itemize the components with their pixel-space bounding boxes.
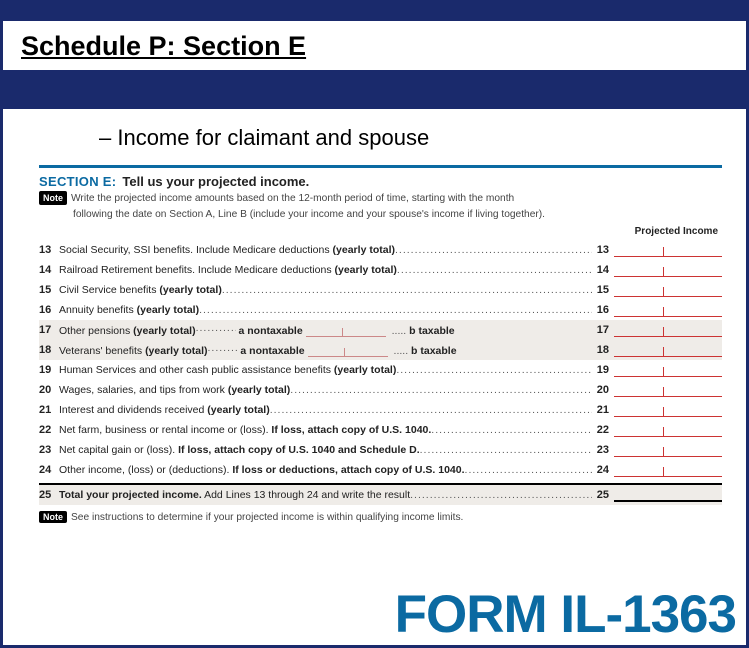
section-heading: SECTION E: Tell us your projected income… — [39, 174, 722, 189]
amount-field[interactable] — [614, 402, 722, 417]
label-taxable: b taxable — [411, 345, 457, 357]
section-title: Tell us your projected income. — [122, 174, 309, 189]
line-21: 21 Interest and dividends received (year… — [39, 400, 722, 420]
slide-title-text: Schedule P: Section E — [21, 31, 306, 61]
line-right-number: 17 — [592, 324, 612, 336]
line-16: 16 Annuity benefits (yearly total) 16 — [39, 300, 722, 320]
note-badge: Note — [39, 511, 67, 523]
amount-field-a[interactable] — [308, 345, 388, 357]
amount-field[interactable] — [614, 242, 722, 257]
label-nontaxable: a nontaxable — [240, 345, 304, 357]
note-text-1: Write the projected income amounts based… — [71, 193, 514, 204]
section-tag: SECTION E: — [39, 174, 116, 189]
line-desc: Net farm, business or rental income or (… — [59, 424, 592, 436]
line-right-number: 13 — [592, 244, 612, 256]
slide-subtitle: – Income for claimant and spouse — [3, 109, 746, 165]
line-24: 24 Other income, (loss) or (deductions).… — [39, 460, 722, 480]
line-15: 15 Civil Service benefits (yearly total)… — [39, 280, 722, 300]
form-image: SECTION E: Tell us your projected income… — [39, 165, 722, 523]
line-desc: Railroad Retirement benefits. Include Me… — [59, 264, 592, 276]
line-desc: Net capital gain or (loss). If loss, att… — [59, 444, 592, 456]
amount-field[interactable] — [614, 422, 722, 437]
slide-title: Schedule P: Section E — [3, 21, 746, 70]
amount-field[interactable] — [614, 382, 722, 397]
amount-field[interactable] — [614, 442, 722, 457]
line-desc: Other pensions (yearly total) a nontaxab… — [59, 322, 592, 337]
line-number: 19 — [39, 364, 59, 376]
line-right-number: 22 — [592, 424, 612, 436]
amount-field-b[interactable] — [614, 322, 722, 337]
line-right-number: 14 — [592, 264, 612, 276]
line-right-number: 20 — [592, 384, 612, 396]
line-number: 25 — [39, 489, 59, 501]
line-number: 13 — [39, 244, 59, 256]
line-desc: Civil Service benefits (yearly total) — [59, 284, 592, 296]
line-desc: Human Services and other cash public ass… — [59, 364, 592, 376]
line-rows: 13 Social Security, SSI benefits. Includ… — [39, 240, 722, 505]
line-17: 17 Other pensions (yearly total) a nonta… — [39, 320, 722, 340]
note-badge: Note — [39, 191, 67, 205]
amount-field-b[interactable] — [614, 342, 722, 357]
line-number: 15 — [39, 284, 59, 296]
line-number: 24 — [39, 464, 59, 476]
line-desc: Social Security, SSI benefits. Include M… — [59, 244, 592, 256]
amount-field[interactable] — [614, 262, 722, 277]
form-code: FORM IL-1363 — [3, 584, 740, 645]
line-13: 13 Social Security, SSI benefits. Includ… — [39, 240, 722, 260]
line-number: 22 — [39, 424, 59, 436]
line-number: 23 — [39, 444, 59, 456]
line-number: 21 — [39, 404, 59, 416]
footnote-text: See instructions to determine if your pr… — [71, 512, 463, 523]
section-rule — [39, 165, 722, 168]
line-desc: Total your projected income. Add Lines 1… — [59, 489, 592, 501]
line-right-number: 23 — [592, 444, 612, 456]
line-23: 23 Net capital gain or (loss). If loss, … — [39, 440, 722, 460]
total-field[interactable] — [614, 487, 722, 502]
section-note-1: Note Write the projected income amounts b… — [39, 191, 722, 206]
line-desc: Annuity benefits (yearly total) — [59, 304, 592, 316]
line-25-total: 25 Total your projected income. Add Line… — [39, 485, 722, 505]
line-right-number: 18 — [592, 344, 612, 356]
line-desc: Interest and dividends received (yearly … — [59, 404, 592, 416]
line-19: 19 Human Services and other cash public … — [39, 360, 722, 380]
amount-field-a[interactable] — [306, 325, 386, 337]
line-number: 17 — [39, 324, 59, 336]
line-18: 18 Veterans' benefits (yearly total) a n… — [39, 340, 722, 360]
line-right-number: 15 — [592, 284, 612, 296]
line-number: 16 — [39, 304, 59, 316]
line-right-number: 25 — [592, 489, 612, 501]
projected-income-header: Projected Income — [39, 226, 718, 237]
amount-field[interactable] — [614, 462, 722, 477]
line-20: 20 Wages, salaries, and tips from work (… — [39, 380, 722, 400]
amount-field[interactable] — [614, 362, 722, 377]
label-nontaxable: a nontaxable — [239, 325, 303, 337]
line-desc: Veterans' benefits (yearly total) a nont… — [59, 342, 592, 357]
line-22: 22 Net farm, business or rental income o… — [39, 420, 722, 440]
amount-field[interactable] — [614, 282, 722, 297]
line-number: 20 — [39, 384, 59, 396]
amount-field[interactable] — [614, 302, 722, 317]
line-desc: Wages, salaries, and tips from work (yea… — [59, 384, 592, 396]
slide-header: Schedule P: Section E — [3, 3, 746, 109]
section-note-2: following the date on Section A, Line B … — [39, 208, 722, 222]
line-14: 14 Railroad Retirement benefits. Include… — [39, 260, 722, 280]
slide-container: Schedule P: Section E – Income for claim… — [0, 0, 749, 648]
line-right-number: 19 — [592, 364, 612, 376]
line-number: 18 — [39, 344, 59, 356]
footnote: Note See instructions to determine if you… — [39, 511, 722, 523]
line-right-number: 21 — [592, 404, 612, 416]
line-number: 14 — [39, 264, 59, 276]
line-right-number: 24 — [592, 464, 612, 476]
label-taxable: b taxable — [409, 325, 455, 337]
line-desc: Other income, (loss) or (deductions). If… — [59, 464, 592, 476]
line-right-number: 16 — [592, 304, 612, 316]
